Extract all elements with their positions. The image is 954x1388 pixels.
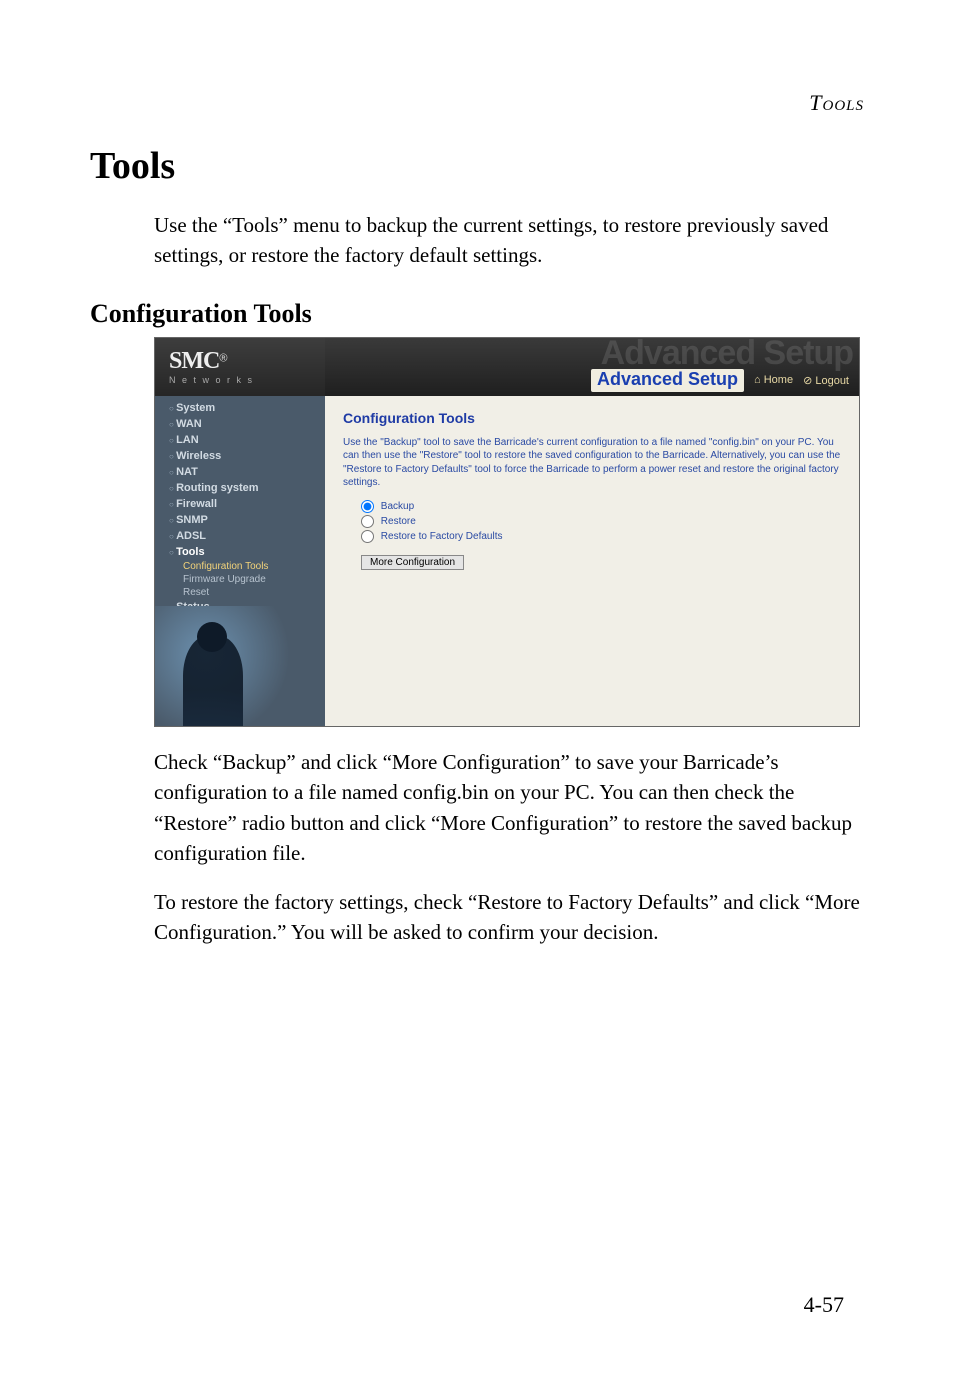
header-banner: Advanced Setup Advanced Setup ⌂ Home ⊘ L…	[325, 338, 859, 396]
page-number: 4-57	[804, 1292, 844, 1318]
home-link[interactable]: ⌂ Home	[754, 374, 793, 386]
sidebar-item-lan[interactable]: LAN	[155, 432, 325, 448]
radio-factory[interactable]: Restore to Factory Defaults	[361, 530, 843, 543]
panel-description: Use the "Backup" tool to save the Barric…	[343, 436, 843, 490]
more-configuration-button[interactable]: More Configuration	[361, 555, 464, 570]
sidebar-item-tools[interactable]: Tools	[155, 544, 325, 560]
app-header: SMC® N e t w o r k s Advanced Setup Adva…	[155, 338, 859, 396]
radio-restore-label: Restore	[381, 516, 416, 527]
sidebar-sub-config-tools[interactable]: Configuration Tools	[155, 560, 325, 573]
intro-paragraph: Use the “Tools” menu to backup the curre…	[154, 210, 864, 271]
radio-backup[interactable]: Backup	[361, 500, 843, 513]
sidebar-item-wan[interactable]: WAN	[155, 416, 325, 432]
body-paragraph-2: To restore the factory settings, check “…	[154, 887, 864, 948]
registered-mark: ®	[219, 353, 227, 365]
radio-restore[interactable]: Restore	[361, 515, 843, 528]
sidebar-sub-firmware[interactable]: Firmware Upgrade	[155, 573, 325, 586]
sidebar-item-snmp[interactable]: SNMP	[155, 512, 325, 528]
radio-backup-input[interactable]	[361, 500, 374, 513]
radio-factory-label: Restore to Factory Defaults	[381, 531, 503, 542]
content-panel: Configuration Tools Use the "Backup" too…	[325, 396, 859, 726]
section-heading: Configuration Tools	[90, 299, 864, 329]
app-body: System WAN LAN Wireless NAT Routing syst…	[155, 396, 859, 726]
radio-factory-input[interactable]	[361, 530, 374, 543]
sidebar-nav: System WAN LAN Wireless NAT Routing syst…	[155, 396, 325, 726]
sidebar-item-wireless[interactable]: Wireless	[155, 448, 325, 464]
running-header: Tools	[90, 90, 864, 116]
radio-backup-label: Backup	[381, 501, 414, 512]
logo-text: SMC	[169, 348, 219, 374]
sidebar-item-adsl[interactable]: ADSL	[155, 528, 325, 544]
logo-subtext: N e t w o r k s	[169, 375, 325, 385]
page-title: Tools	[90, 144, 864, 188]
sidebar-decorative-image	[155, 606, 325, 726]
brand-logo: SMC® N e t w o r k s	[155, 338, 325, 396]
setup-mode-label: Advanced Setup	[591, 369, 744, 392]
home-icon: ⌂	[754, 374, 764, 386]
panel-title: Configuration Tools	[343, 410, 843, 426]
banner-watermark: Advanced Setup	[601, 338, 853, 373]
sidebar-item-nat[interactable]: NAT	[155, 464, 325, 480]
sidebar-sub-reset[interactable]: Reset	[155, 586, 325, 599]
sidebar-item-firewall[interactable]: Firewall	[155, 496, 325, 512]
radio-restore-input[interactable]	[361, 515, 374, 528]
sidebar-item-system[interactable]: System	[155, 400, 325, 416]
sidebar-item-routing[interactable]: Routing system	[155, 480, 325, 496]
router-admin-screenshot: SMC® N e t w o r k s Advanced Setup Adva…	[154, 337, 860, 727]
logout-icon: ⊘	[803, 375, 815, 387]
logout-link[interactable]: ⊘ Logout	[803, 374, 849, 387]
body-paragraph-1: Check “Backup” and click “More Configura…	[154, 747, 864, 869]
sidebar-item-status[interactable]: Status	[155, 599, 325, 615]
